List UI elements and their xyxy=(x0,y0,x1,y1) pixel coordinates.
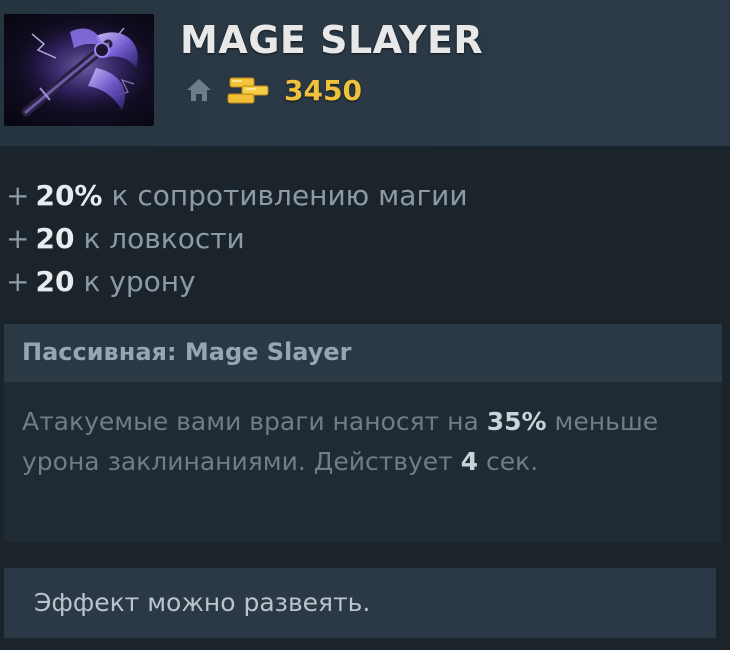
ability-body: Атакуемые вами враги наносят на 35% мень… xyxy=(4,382,722,542)
item-cost: 3450 xyxy=(284,73,362,107)
stat-plus: + xyxy=(6,179,30,212)
stat-value: 20 xyxy=(35,265,75,298)
item-name: MAGE SLAYER xyxy=(180,18,484,62)
stat-plus: + xyxy=(6,265,30,298)
stat-text: к сопротивлению магии xyxy=(111,179,468,212)
stat-plus: + xyxy=(6,222,30,255)
stat-line: +20 к урону xyxy=(6,260,468,303)
tooltip-header: MAGE SLAYER 3450 xyxy=(0,0,730,146)
desc-highlight: 4 xyxy=(460,447,479,476)
home-icon xyxy=(187,79,211,101)
dispel-note: Эффект можно развеять. xyxy=(4,568,716,638)
desc-text: сек. xyxy=(478,447,539,476)
stat-text: к ловкости xyxy=(83,222,245,255)
stats-list: +20% к сопротивлению магии +20 к ловкости … xyxy=(6,174,468,303)
desc-highlight: 35% xyxy=(486,407,547,436)
stat-line: +20% к сопротивлению магии xyxy=(6,174,468,217)
desc-text: Атакуемые вами враги наносят на xyxy=(22,407,487,436)
ability-title: Пассивная: Mage Slayer xyxy=(22,338,352,366)
cost-row: 3450 xyxy=(184,72,362,108)
mage-slayer-icon xyxy=(4,14,154,126)
stat-text: к урону xyxy=(83,265,196,298)
stat-value: 20% xyxy=(35,179,103,212)
item-tooltip: MAGE SLAYER 3450 +20% к сопротивлению маг… xyxy=(0,0,730,650)
ability-description: Атакуемые вами враги наносят на 35% мень… xyxy=(22,402,712,482)
note-text: Эффект можно развеять. xyxy=(34,588,371,617)
ability-header: Пассивная: Mage Slayer xyxy=(4,324,722,382)
gold-icon xyxy=(227,77,269,104)
stat-line: +20 к ловкости xyxy=(6,217,468,260)
stat-value: 20 xyxy=(35,222,75,255)
